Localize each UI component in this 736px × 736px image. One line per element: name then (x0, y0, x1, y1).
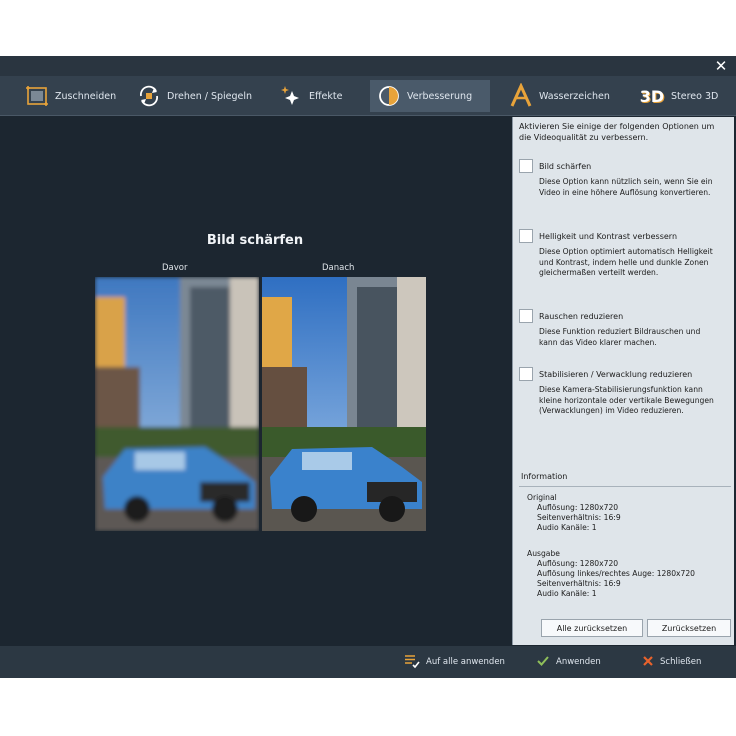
option-bild-schaerfen: Bild schärfen Diese Option kann nützlich… (519, 159, 731, 198)
information-title: Information (521, 472, 568, 481)
before-image (95, 277, 259, 531)
info-heading: Original (527, 493, 557, 502)
stereo-3d-icon-text: 3D (639, 86, 665, 106)
info-line: Seitenverhältnis: 16:9 (537, 579, 621, 588)
preview-title: Bild schärfen (206, 233, 304, 248)
stereo-3d-icon: 3D (638, 83, 666, 109)
option-description: Diese Funktion reduziert Bildrauschen un… (539, 327, 701, 347)
watermark-icon (508, 83, 534, 109)
tab-label: Wasserzeichen (539, 90, 610, 102)
info-line: Seitenverhältnis: 16:9 (537, 513, 621, 522)
preview-area: Bild schärfen Davor Danach (0, 117, 510, 645)
checkbox-rauschen-reduzieren[interactable] (519, 309, 533, 323)
tab-label: Effekte (309, 90, 343, 102)
info-line: Audio Kanäle: 1 (537, 523, 597, 532)
info-line: Auflösung: 1280x720 (537, 559, 619, 568)
close-icon (642, 655, 654, 670)
close-button[interactable]: Schließen (642, 654, 701, 670)
option-helligkeit-kontrast: Helligkeit und Kontrast verbessern Diese… (519, 229, 731, 279)
tab-drehen-spiegeln[interactable]: Drehen / Spiegeln (130, 80, 260, 112)
crop-icon (24, 83, 50, 109)
info-heading: Ausgabe (527, 549, 560, 558)
apply-label: Anwenden (556, 657, 601, 667)
info-output: Ausgabe Auflösung: 1280x720 Auflösung li… (527, 549, 695, 599)
options-panel: Aktivieren Sie einige der folgenden Opti… (512, 117, 734, 645)
option-stabilisieren: Stabilisieren / Verwacklung reduzieren D… (519, 367, 731, 417)
option-description: Diese Option optimiert automatisch Helli… (539, 247, 713, 277)
reset-all-button[interactable]: Alle zurücksetzen (541, 619, 643, 637)
sparkle-icon (278, 83, 304, 109)
reset-button[interactable]: Zurücksetzen (647, 619, 731, 637)
video-editor-window: ✕ Zuschneiden Drehen / Spiegeln Effekte … (0, 56, 736, 678)
info-line: Auflösung linkes/rechtes Auge: 1280x720 (537, 569, 696, 578)
option-label: Helligkeit und Kontrast verbessern (539, 231, 678, 241)
after-image (262, 277, 426, 531)
close-window-button[interactable]: ✕ (712, 57, 730, 75)
tab-label: Drehen / Spiegeln (167, 90, 253, 102)
apply-button[interactable]: Anwenden (536, 654, 601, 670)
tab-zuschneiden[interactable]: Zuschneiden (18, 80, 118, 112)
apply-all-icon (404, 653, 420, 672)
title-bar: ✕ (0, 56, 736, 76)
info-line: Audio Kanäle: 1 (537, 589, 597, 598)
info-original: Original Auflösung: 1280x720 Seitenverhä… (527, 493, 621, 533)
tab-label: Zuschneiden (55, 90, 117, 102)
option-label: Bild schärfen (539, 161, 592, 171)
tab-stereo-3d[interactable]: 3D Stereo 3D (632, 80, 732, 112)
divider (519, 486, 731, 487)
panel-intro: Aktivieren Sie einige der folgenden Opti… (519, 122, 715, 142)
check-icon (536, 654, 550, 671)
checkbox-bild-schaerfen[interactable] (519, 159, 533, 173)
info-line: Auflösung: 1280x720 (537, 503, 619, 512)
apply-all-button[interactable]: Auf alle anwenden (404, 654, 505, 670)
checkbox-stabilisieren[interactable] (519, 367, 533, 381)
tab-bar: Zuschneiden Drehen / Spiegeln Effekte Ve… (0, 76, 736, 116)
tab-wasserzeichen[interactable]: Wasserzeichen (502, 80, 612, 112)
before-label: Davor (162, 263, 188, 273)
tab-effekte[interactable]: Effekte (272, 80, 367, 112)
option-description: Diese Kamera-Stabilisierungsfunktion kan… (539, 385, 714, 415)
option-label: Stabilisieren / Verwacklung reduzieren (539, 369, 693, 379)
option-label: Rauschen reduzieren (539, 311, 624, 321)
enhance-icon (376, 83, 402, 109)
apply-all-label: Auf alle anwenden (426, 657, 505, 667)
tab-verbesserung[interactable]: Verbesserung (370, 80, 490, 112)
rotate-icon (136, 83, 162, 109)
close-label: Schließen (660, 657, 702, 667)
bottom-toolbar: Auf alle anwenden Anwenden Schließen (0, 646, 736, 678)
tab-label: Stereo 3D (671, 90, 719, 102)
after-label: Danach (322, 263, 355, 273)
checkbox-helligkeit-kontrast[interactable] (519, 229, 533, 243)
option-rauschen-reduzieren: Rauschen reduzieren Diese Funktion reduz… (519, 309, 731, 348)
option-description: Diese Option kann nützlich sein, wenn Si… (539, 177, 713, 197)
tab-label: Verbesserung (407, 90, 473, 102)
